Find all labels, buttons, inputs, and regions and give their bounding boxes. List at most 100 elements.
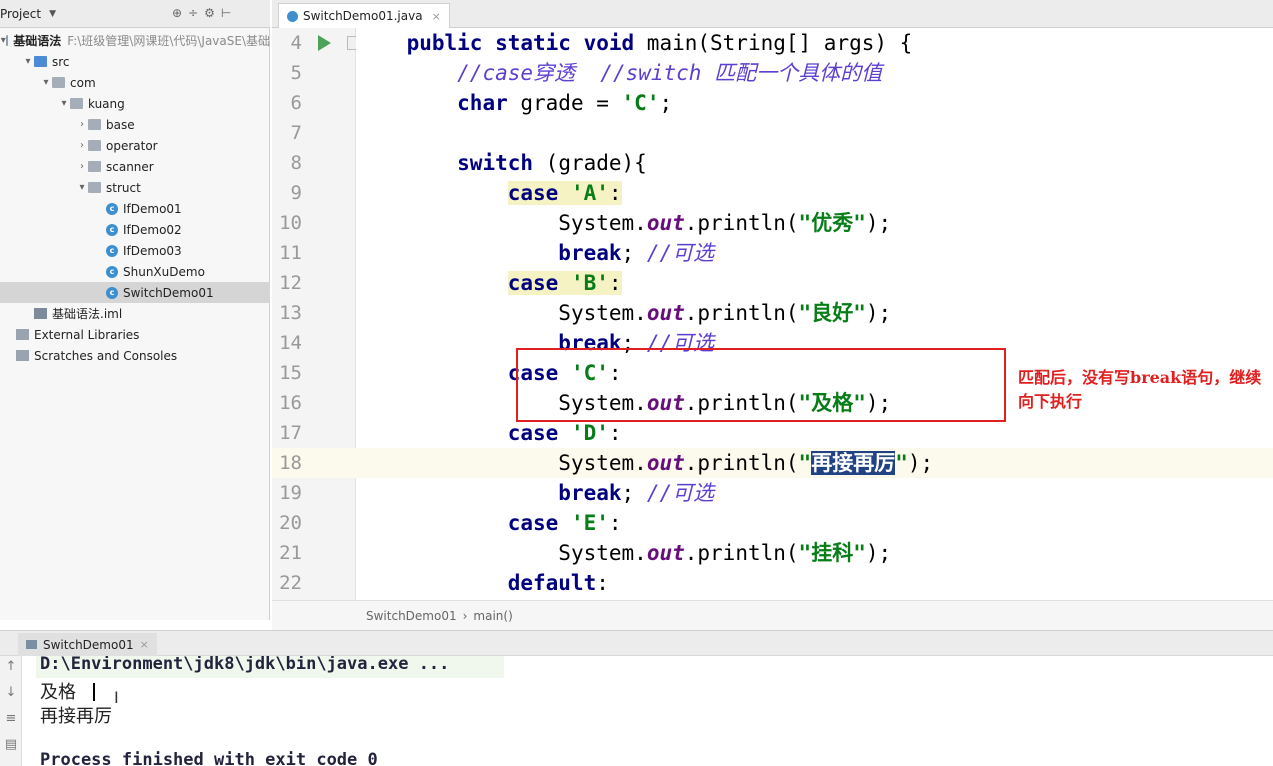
code-token: out (646, 541, 685, 565)
tree-item[interactable]: › scanner (0, 156, 270, 177)
code-line[interactable]: char grade = 'C'; (356, 88, 1273, 118)
code-token: //可选 (646, 241, 715, 265)
code-line[interactable]: System.out.println("挂科"); (356, 538, 1273, 568)
package-icon (88, 140, 101, 151)
tree-item[interactable]: c IfDemo01 (0, 198, 270, 219)
library-icon (16, 329, 29, 340)
chevron-down-icon[interactable]: ▾ (40, 77, 52, 88)
chevron-down-icon[interactable]: ▼ (49, 9, 56, 19)
code-line[interactable]: case 'A': (356, 178, 1273, 208)
package-icon (70, 98, 83, 109)
chevron-right-icon[interactable]: › (76, 119, 88, 130)
project-panel-title[interactable]: Project (0, 7, 41, 21)
code-line[interactable]: break; //可选 (356, 478, 1273, 508)
code-token: : (596, 571, 609, 595)
soft-wrap-icon[interactable]: ≡ (4, 712, 18, 726)
code-line[interactable]: System.out.println("优秀"); (356, 208, 1273, 238)
code-token: out (646, 451, 685, 475)
code-line[interactable]: break; //可选 (356, 238, 1273, 268)
tree-item[interactable]: › operator (0, 135, 270, 156)
code-line[interactable]: case 'E': (356, 508, 1273, 538)
tree-item[interactable]: ▾ src (0, 51, 270, 72)
code-token: //可选 (646, 481, 715, 505)
tree-item[interactable]: ▾ kuang (0, 93, 270, 114)
locate-icon[interactable]: ⊕ (172, 6, 182, 20)
run-main-icon[interactable] (318, 35, 331, 51)
tree-item[interactable]: c IfDemo02 (0, 219, 270, 240)
chevron-down-icon[interactable]: ▾ (58, 98, 70, 109)
tree-item[interactable]: ▾ 基础语法 F:\班级管理\网课班\代码\JavaSE\基础 (0, 30, 270, 51)
code-token: " (895, 451, 908, 475)
tree-item[interactable]: ▾ com (0, 72, 270, 93)
editor-tab-switchdemo01[interactable]: SwitchDemo01.java × (278, 3, 450, 28)
tree-item[interactable]: c SwitchDemo01 (0, 282, 270, 303)
code-token: System. (558, 541, 647, 565)
code-token: char (457, 91, 521, 115)
print-icon[interactable]: ▤ (4, 738, 18, 752)
run-console-output[interactable]: D:\Environment\jdk8\jdk\bin\java.exe ...… (22, 656, 1273, 766)
code-line[interactable]: //case穿透 //switch 匹配一个具体的值 (356, 58, 1273, 88)
tree-item[interactable]: External Libraries (0, 324, 270, 345)
code-line[interactable]: case 'B': (356, 268, 1273, 298)
tree-item-label: Scratches and Consoles (34, 348, 178, 363)
code-token: .println( (684, 301, 799, 325)
close-icon[interactable]: × (432, 10, 441, 23)
scroll-up-icon[interactable]: ↑ (4, 660, 18, 674)
chevron-right-icon[interactable]: › (76, 161, 88, 172)
tree-item-label: scanner (106, 159, 154, 174)
code-line[interactable]: case 'D': (356, 418, 1273, 448)
java-class-icon (287, 10, 298, 22)
code-token: (grade){ (545, 151, 647, 175)
code-token: case (507, 511, 571, 535)
gear-icon[interactable]: ⚙ (204, 6, 215, 20)
code-line[interactable]: switch (grade){ (356, 148, 1273, 178)
tree-item[interactable]: Scratches and Consoles (0, 345, 270, 366)
tree-item[interactable]: c ShunXuDemo (0, 261, 270, 282)
run-tab-switchdemo01[interactable]: SwitchDemo01 × (18, 633, 157, 656)
breadcrumb-class[interactable]: SwitchDemo01 (366, 609, 457, 623)
tree-item-label: SwitchDemo01 (123, 285, 214, 300)
tree-item-label: ShunXuDemo (123, 264, 205, 279)
chevron-down-icon[interactable]: ▾ (22, 56, 34, 67)
code-token: case (507, 181, 571, 205)
chevron-right-icon[interactable]: › (76, 140, 88, 151)
line-number: 16 (279, 392, 302, 414)
tree-item-label: 基础语法.iml (52, 307, 123, 321)
code-token: ); (865, 301, 892, 325)
code-token: ; (621, 481, 647, 505)
tree-item-label: base (106, 117, 135, 132)
line-number: 17 (279, 422, 302, 444)
breadcrumb-method[interactable]: main() (473, 609, 512, 623)
code-editor[interactable]: public static void main(String[] args) {… (356, 28, 1273, 600)
code-token: public static void (406, 31, 647, 55)
code-line[interactable]: default: (356, 568, 1273, 598)
chevron-down-icon[interactable]: ▾ (76, 182, 88, 193)
hide-panel-icon[interactable]: ⊢ (221, 6, 231, 20)
code-line[interactable]: System.out.println("良好"); (356, 298, 1273, 328)
breadcrumb: SwitchDemo01 › main() (272, 600, 1273, 630)
line-number: 9 (290, 182, 302, 204)
tree-item[interactable]: 基础语法.iml (0, 303, 270, 324)
tree-item[interactable]: ▾ struct (0, 177, 270, 198)
tree-item[interactable]: › base (0, 114, 270, 135)
tree-item-label: operator (106, 138, 158, 153)
code-line[interactable]: System.out.println("再接再厉"); (356, 448, 1273, 478)
editor-tab-label: SwitchDemo01.java (303, 9, 423, 23)
line-number: 14 (279, 332, 302, 354)
close-icon[interactable]: × (140, 638, 149, 651)
tree-item[interactable]: c IfDemo03 (0, 240, 270, 261)
code-line[interactable] (356, 118, 1273, 148)
tree-item-label: com (70, 75, 96, 90)
code-line[interactable]: public static void main(String[] args) { (356, 28, 1273, 58)
scroll-down-icon[interactable]: ↓ (4, 686, 18, 700)
collapse-icon[interactable]: ÷ (188, 6, 198, 20)
editor-gutter[interactable]: 4 5 6 7 8 9 10 11 12 13 14 15 16 17 18 19 20 21 22 (272, 28, 356, 600)
tree-item-label: kuang (88, 96, 125, 111)
